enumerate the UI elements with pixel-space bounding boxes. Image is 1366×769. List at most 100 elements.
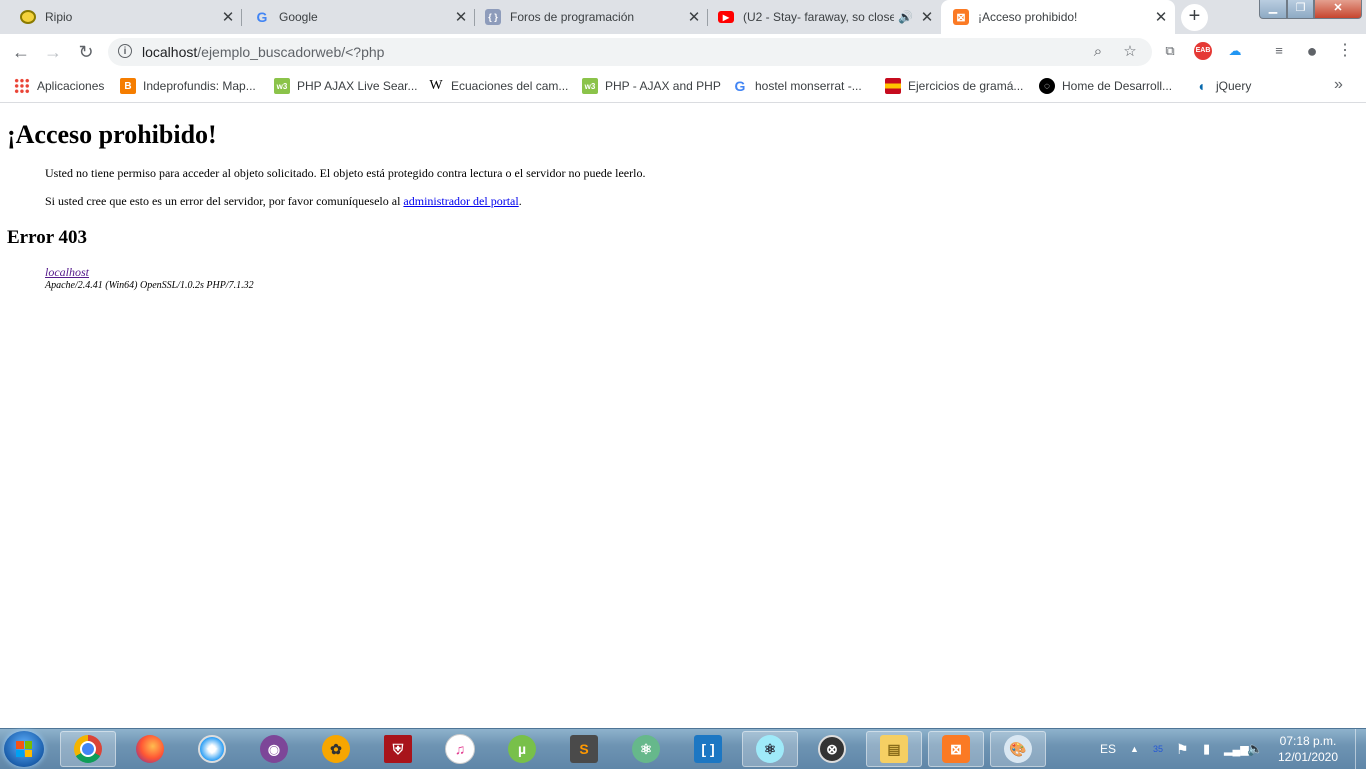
zoom-icon[interactable]: ⌕	[1089, 43, 1107, 61]
youtube-icon: ▶	[718, 11, 734, 23]
tab-title: Google	[279, 10, 318, 24]
taskbar-paint[interactable]: 🎨	[990, 731, 1046, 767]
tab-title: Foros de programación	[510, 10, 635, 24]
volume-icon[interactable]: 🔈	[1247, 729, 1263, 769]
url-host: localhost	[142, 44, 198, 60]
action-center-flag-icon[interactable]: ⚑	[1176, 729, 1189, 769]
media-control-icon[interactable]: ≡	[1270, 42, 1288, 60]
xampp-icon: ⊠	[953, 9, 969, 25]
admin-link[interactable]: administrador del portal	[403, 194, 518, 208]
localhost-link[interactable]: localhost	[45, 265, 89, 279]
eab-extension-icon[interactable]: EAB	[1194, 42, 1212, 60]
language-indicator[interactable]: ES	[1100, 729, 1116, 769]
windows-logo-icon	[16, 741, 32, 757]
taskbar-explorer[interactable]: ▤	[866, 731, 922, 767]
tab-google[interactable]: G Google ✕	[242, 0, 475, 34]
bookmark-indeprofundis[interactable]: B Indeprofundis: Map...	[120, 76, 256, 96]
bookmark-aplicaciones[interactable]: Aplicaciones	[14, 76, 104, 96]
taskbar-chrome[interactable]	[60, 731, 116, 767]
wikipedia-icon: W	[429, 78, 443, 93]
system-tray-app-icon[interactable]: 35	[1153, 729, 1163, 769]
fl-studio-icon: ✿	[322, 735, 350, 763]
clock[interactable]: 07:18 p.m. 12/01/2020	[1268, 733, 1348, 765]
taskbar-electron[interactable]: ⚛	[742, 731, 798, 767]
minimize-button[interactable]: ▁	[1259, 0, 1287, 19]
info-icon[interactable]: i	[118, 44, 132, 58]
show-desktop-button[interactable]	[1355, 729, 1366, 769]
tab-ripio[interactable]: Ripio ✕	[2, 0, 242, 34]
tor-browser-icon: ◉	[260, 735, 288, 763]
close-icon[interactable]: ✕	[453, 8, 469, 26]
tab-acceso-prohibido[interactable]: ⊠ ¡Acceso prohibido! ✕	[941, 0, 1175, 34]
taskbar-utorrent[interactable]: µ	[494, 731, 550, 767]
cloud-extension-icon[interactable]: ☁	[1226, 42, 1244, 60]
tab-title: ¡Acceso prohibido!	[978, 10, 1078, 24]
network-signal-icon[interactable]: ▂▄▆	[1224, 729, 1249, 769]
url-text[interactable]: localhost/ejemplo_buscadorweb/<?php	[142, 44, 384, 60]
forward-button[interactable]: →	[41, 40, 65, 64]
taskbar-tor[interactable]: ◉	[246, 731, 302, 767]
clock-date: 12/01/2020	[1277, 750, 1339, 764]
close-icon[interactable]: ✕	[220, 8, 236, 26]
bookmark-star-icon[interactable]: ☆	[1121, 43, 1139, 61]
brackets-icon: [ ]	[694, 735, 722, 763]
taskbar-xampp-control[interactable]: ⊗	[804, 731, 860, 767]
page-title: ¡Acceso prohibido!	[7, 120, 217, 149]
taskbar-brackets[interactable]: [ ]	[680, 731, 736, 767]
bookmark-home-desarrollo[interactable]: ◌ Home de Desarroll...	[1039, 76, 1172, 96]
bookmark-label: Ecuaciones del cam...	[451, 79, 569, 93]
profile-avatar-icon[interactable]: ●	[1303, 42, 1321, 60]
bookmark-php-ajax[interactable]: w3 PHP - AJAX and PHP	[582, 76, 721, 96]
tab-strip: Ripio ✕ G Google ✕ { } Foros de programa…	[0, 0, 1366, 34]
google-icon: G	[256, 9, 268, 25]
blogger-icon: B	[120, 78, 136, 94]
tab-foros[interactable]: { } Foros de programación ✕	[475, 0, 708, 34]
taskbar-itunes[interactable]: ♫	[432, 731, 488, 767]
new-tab-button[interactable]: +	[1181, 4, 1208, 31]
bookmarks-overflow-icon[interactable]: »	[1334, 76, 1343, 94]
bookmark-jquery[interactable]: ◖ jQuery	[1193, 76, 1252, 96]
taskbar-security[interactable]: ⛨	[370, 731, 426, 767]
taskbar-sublime[interactable]: S	[556, 731, 612, 767]
tab-youtube[interactable]: ▶ (U2 - Stay- faraway, so close 🔊 ✕	[708, 0, 941, 34]
start-button[interactable]	[4, 731, 44, 767]
back-button[interactable]: ←	[9, 40, 33, 64]
jquery-icon: ◖	[1196, 78, 1206, 94]
close-icon[interactable]: ✕	[1153, 8, 1169, 26]
permission-message: Usted no tiene permiso para acceder al o…	[45, 166, 646, 180]
utorrent-icon: µ	[508, 735, 536, 763]
forum-icon: { }	[485, 9, 501, 25]
taskbar-safari[interactable]: ✦	[184, 731, 240, 767]
clock-time: 07:18 p.m.	[1279, 734, 1337, 748]
url-path: /ejemplo_buscadorweb/<?php	[197, 44, 385, 60]
close-window-button[interactable]: ✕	[1314, 0, 1362, 19]
firefox-icon	[136, 735, 164, 763]
itunes-icon: ♫	[445, 734, 475, 764]
taskbar-firefox[interactable]	[122, 731, 178, 767]
taskbar-atom[interactable]: ⚛	[618, 731, 674, 767]
bookmark-label: Home de Desarroll...	[1062, 79, 1173, 93]
close-icon[interactable]: ✕	[919, 8, 935, 26]
taskbar-xampp[interactable]: ⊠	[928, 731, 984, 767]
bookmark-label: Aplicaciones	[37, 79, 105, 93]
menu-icon[interactable]: ⋮	[1336, 42, 1354, 60]
reload-button[interactable]: ↻	[74, 40, 98, 64]
taskbar-fl-studio[interactable]: ✿	[308, 731, 364, 767]
battery-icon[interactable]: ▮	[1203, 729, 1210, 769]
contact-text-end: .	[518, 194, 522, 208]
show-hidden-icons[interactable]: ▲	[1130, 729, 1139, 769]
google-icon: G	[734, 78, 746, 94]
w3schools-icon: w3	[582, 78, 598, 94]
xampp-control-icon: ⊗	[818, 735, 846, 763]
bookmark-ecuaciones[interactable]: W Ecuaciones del cam...	[428, 76, 568, 96]
maximize-button[interactable]: ❐	[1287, 0, 1314, 19]
audio-playing-icon[interactable]: 🔊	[898, 10, 913, 24]
close-icon[interactable]: ✕	[686, 8, 702, 26]
lens-extension-icon[interactable]: ⧉	[1161, 42, 1179, 60]
paint-icon: 🎨	[1004, 735, 1032, 763]
address-bar[interactable]: i localhost/ejemplo_buscadorweb/<?php ⌕ …	[108, 38, 1152, 66]
bookmark-ejercicios[interactable]: Ejercicios de gramá...	[885, 76, 1023, 96]
bookmark-label: Indeprofundis: Map...	[143, 79, 256, 93]
bookmark-hostel[interactable]: G hostel monserrat -...	[732, 76, 862, 96]
bookmark-php-ajax-live[interactable]: w3 PHP AJAX Live Sear...	[274, 76, 418, 96]
